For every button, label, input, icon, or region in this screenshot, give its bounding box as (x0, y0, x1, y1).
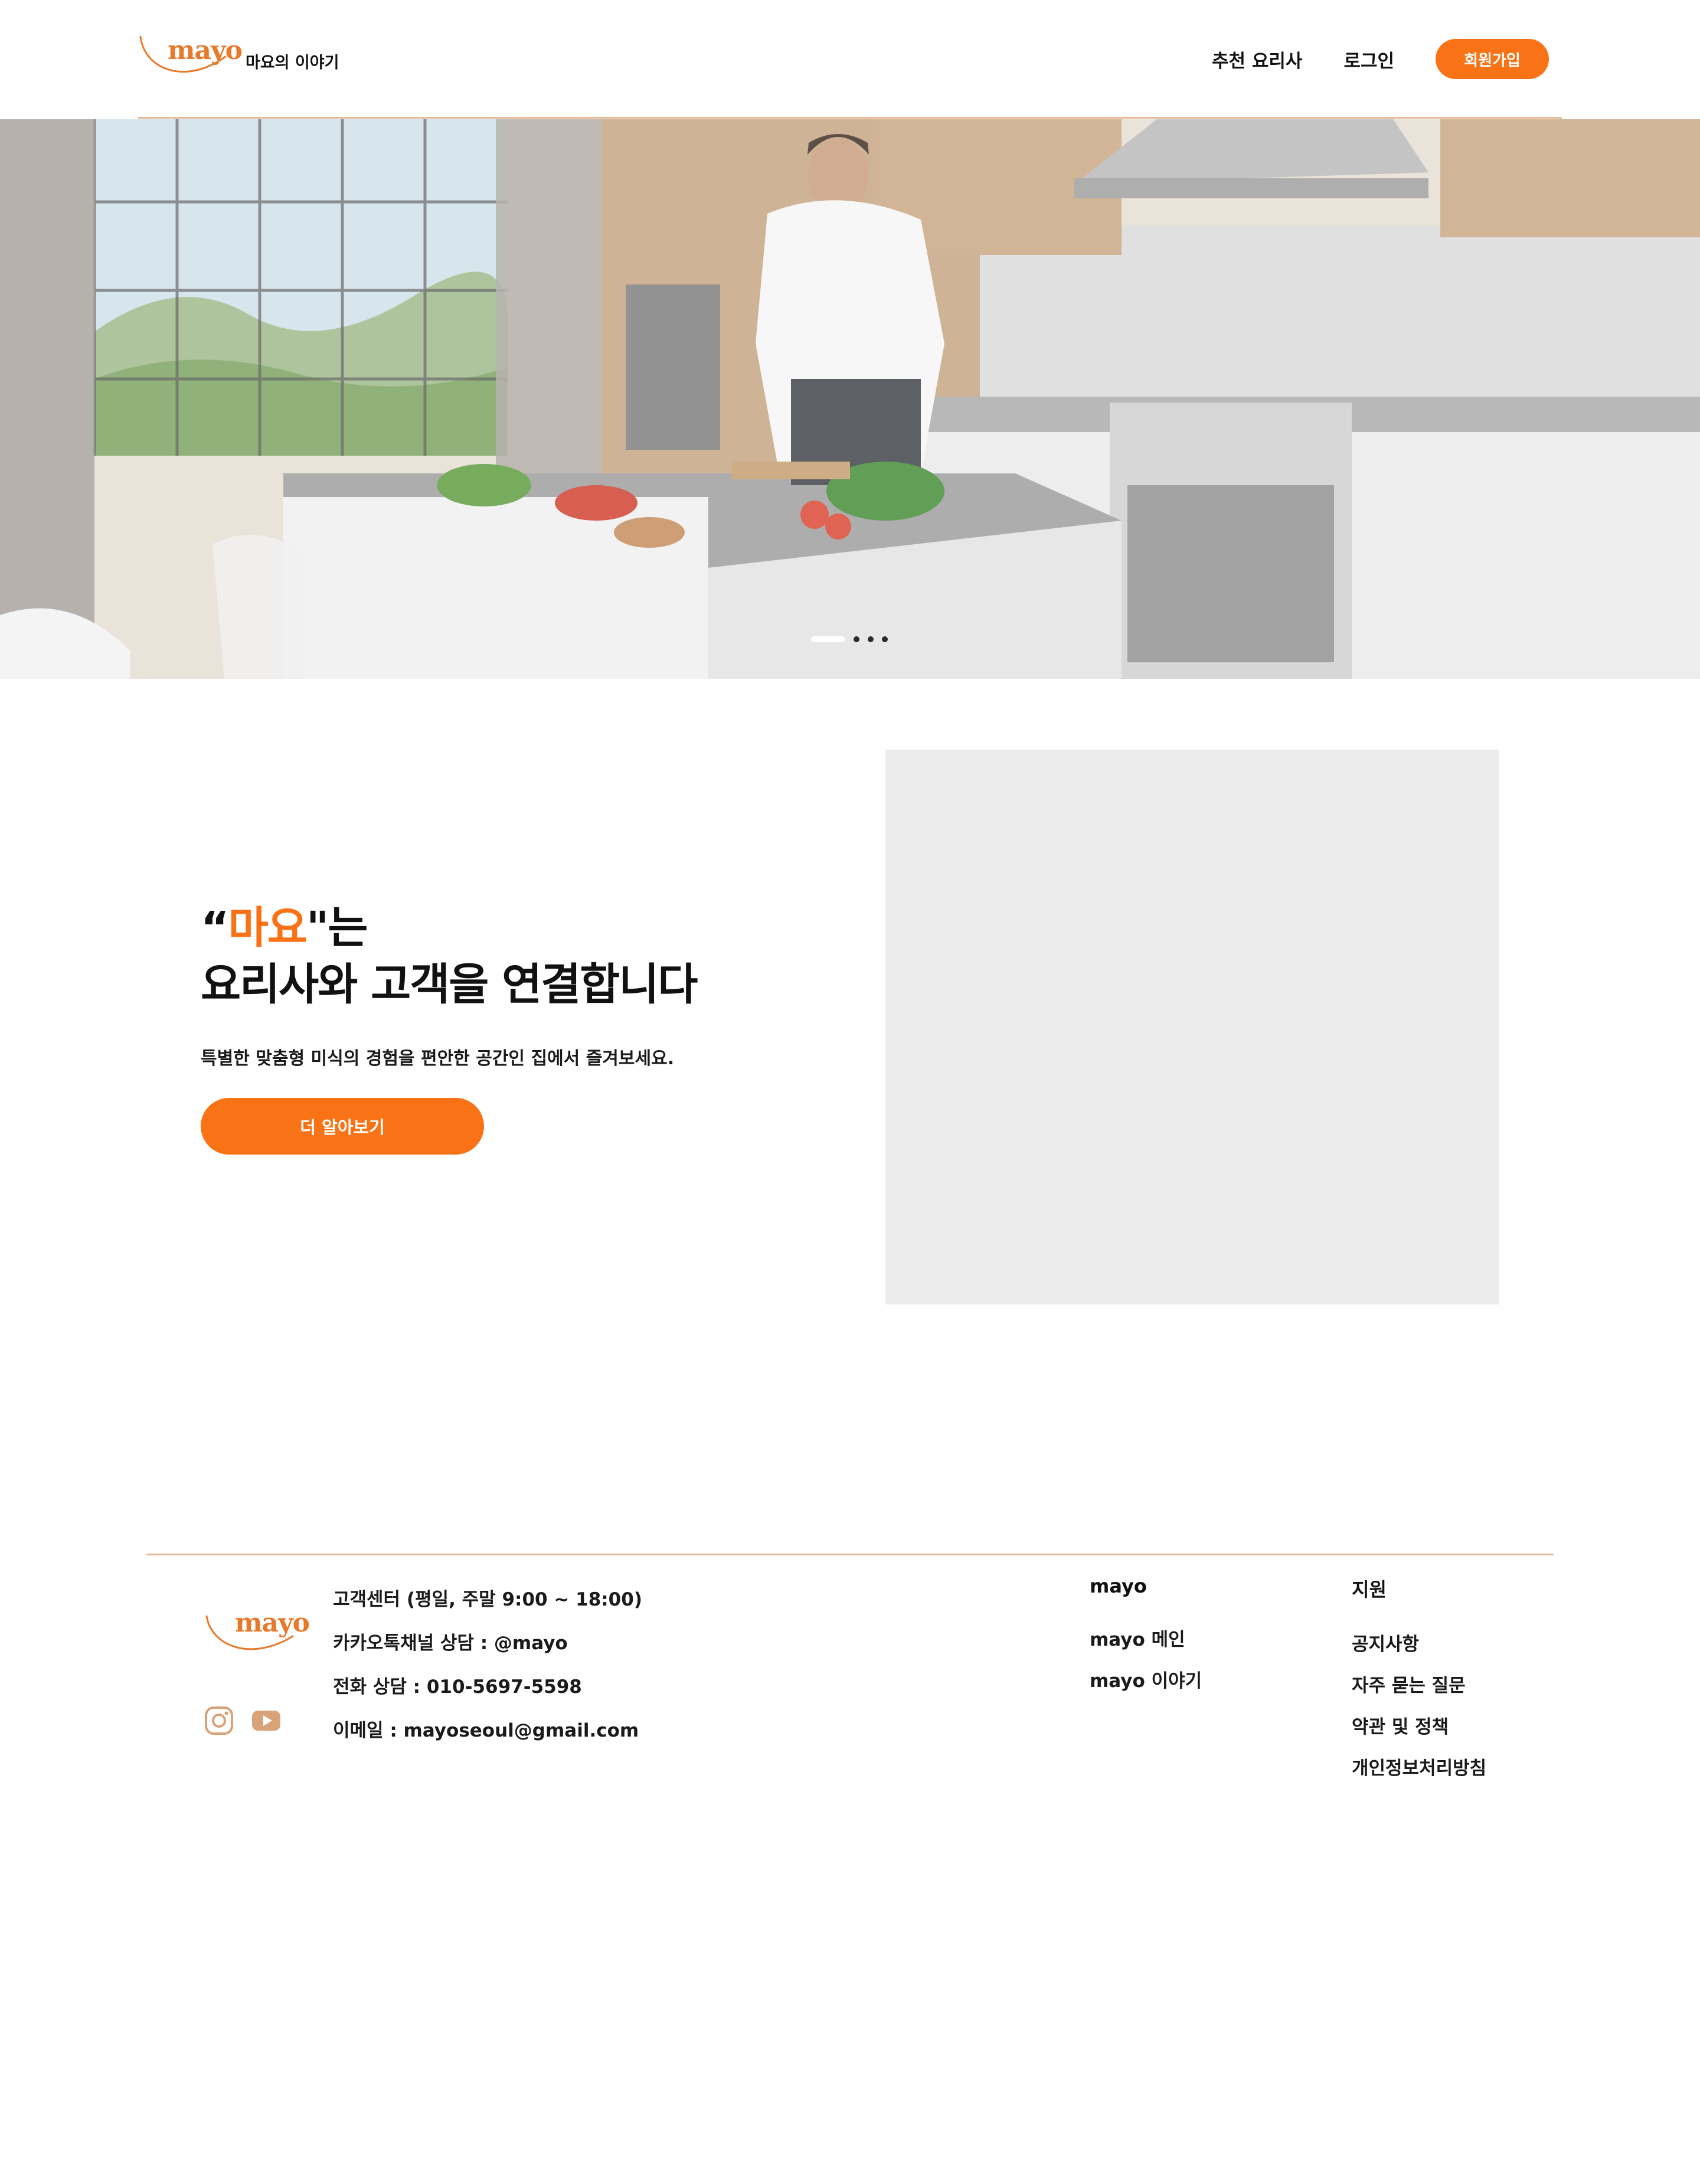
nav-recommended-chefs[interactable]: 추천 요리사 (1212, 46, 1302, 73)
header-logo[interactable]: mayo 마요의 이야기 (137, 33, 339, 86)
customer-center-info: 고객센터 (평일, 주말 9:00 ~ 18:00) 카카오톡채널 상담 : @… (333, 1584, 642, 1759)
footer-logo[interactable]: mayo (203, 1608, 310, 1661)
footer-logo-wordmark: mayo (235, 1608, 310, 1638)
heading-after-brand: "는 (306, 903, 368, 953)
footer-column-title: 지원 (1352, 1578, 1387, 1601)
footer-link-notices[interactable]: 공지사항 (1352, 1629, 1486, 1670)
heading-line2: 요리사와 고객을 연결합니다 (201, 959, 698, 1010)
footer-divider (146, 1554, 1554, 1555)
youtube-icon[interactable] (250, 1705, 282, 1737)
footer-link-mayo-story[interactable]: mayo 이야기 (1090, 1666, 1202, 1707)
intro-description: 특별한 맞춤형 미식의 경험을 편안한 공간인 집에서 즐겨보세요. (201, 1048, 675, 1069)
contact-kakao: 카카오톡채널 상담 : @mayo (333, 1633, 568, 1654)
footer-link-privacy[interactable]: 개인정보처리방침 (1352, 1753, 1486, 1794)
signup-button[interactable]: 회원가입 (1436, 39, 1549, 79)
learn-more-button[interactable]: 더 알아보기 (201, 1098, 484, 1155)
heading-quote-open: “ (201, 903, 230, 953)
instagram-icon[interactable] (203, 1705, 235, 1737)
footer-link-terms[interactable]: 약관 및 정책 (1352, 1712, 1486, 1753)
carousel-dots (811, 636, 896, 642)
footer-link-mayo-main[interactable]: mayo 메인 (1090, 1624, 1202, 1666)
carousel-dot-2[interactable] (854, 636, 859, 642)
heading-brand: 마요 (228, 903, 308, 953)
footer-column-support: 지원 공지사항 자주 묻는 질문 약관 및 정책 개인정보처리방침 (1352, 1575, 1486, 1794)
hero-kitchen-image (0, 119, 1700, 679)
logo-wordmark: mayo (168, 35, 243, 66)
contact-hours: 고객센터 (평일, 주말 9:00 ~ 18:00) (333, 1589, 642, 1610)
carousel-dot-4[interactable] (882, 636, 888, 642)
site-header: mayo 마요의 이야기 추천 요리사 로그인 회원가입 (0, 0, 1700, 119)
intro-heading: “마요"는 요리사와 고객을 연결합니다 (201, 900, 698, 1013)
nav-login[interactable]: 로그인 (1343, 46, 1394, 73)
logo-subtitle: 마요의 이야기 (246, 54, 339, 72)
carousel-dot-1[interactable] (811, 636, 845, 642)
contact-phone: 전화 상담 : 010-5697-5598 (333, 1676, 582, 1698)
contact-email: 이메일 : mayoseoul@gmail.com (333, 1720, 639, 1741)
social-links (203, 1705, 298, 1737)
footer-column-mayo: mayo mayo 메인 mayo 이야기 (1090, 1575, 1202, 1707)
footer-column-title: mayo (1090, 1575, 1147, 1597)
header-divider (138, 117, 1562, 119)
main-nav: 추천 요리사 로그인 회원가입 (1212, 39, 1549, 79)
intro-media-placeholder (885, 750, 1499, 1304)
carousel-dot-3[interactable] (868, 636, 874, 642)
hero-carousel (0, 119, 1700, 679)
footer-link-faq[interactable]: 자주 묻는 질문 (1352, 1670, 1486, 1712)
